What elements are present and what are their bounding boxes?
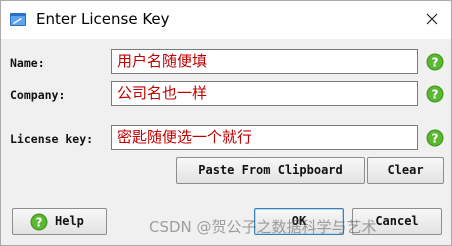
- cancel-button[interactable]: Cancel: [352, 208, 442, 235]
- license-key-input[interactable]: 密匙随便选一个就行: [111, 125, 418, 150]
- help-icon: ?: [30, 213, 48, 231]
- svg-text:?: ?: [432, 132, 439, 146]
- title-bar: Enter License Key: [1, 1, 451, 39]
- svg-text:?: ?: [432, 56, 439, 70]
- svg-text:?: ?: [36, 216, 43, 230]
- help-button[interactable]: ? Help: [12, 208, 107, 235]
- window-title: Enter License Key: [36, 10, 170, 28]
- company-label: Company:: [10, 88, 66, 102]
- company-help-icon[interactable]: ?: [426, 85, 444, 103]
- company-input[interactable]: 公司名也一样: [111, 81, 418, 106]
- name-help-icon[interactable]: ?: [426, 53, 444, 71]
- paste-from-clipboard-button[interactable]: Paste From Clipboard: [176, 157, 365, 184]
- ok-button[interactable]: OK: [254, 208, 344, 235]
- license-key-label: License key:: [10, 132, 94, 146]
- license-dialog: Enter License Key Name: 用户名随便填 ? Company…: [0, 0, 452, 246]
- key-window-icon: [10, 13, 26, 26]
- svg-text:?: ?: [432, 88, 439, 102]
- help-button-label: Help: [55, 214, 84, 228]
- license-key-help-icon[interactable]: ?: [426, 129, 444, 147]
- name-input[interactable]: 用户名随便填: [111, 49, 418, 74]
- clear-button[interactable]: Clear: [367, 157, 444, 184]
- close-icon[interactable]: [419, 8, 445, 32]
- name-label: Name:: [10, 56, 45, 70]
